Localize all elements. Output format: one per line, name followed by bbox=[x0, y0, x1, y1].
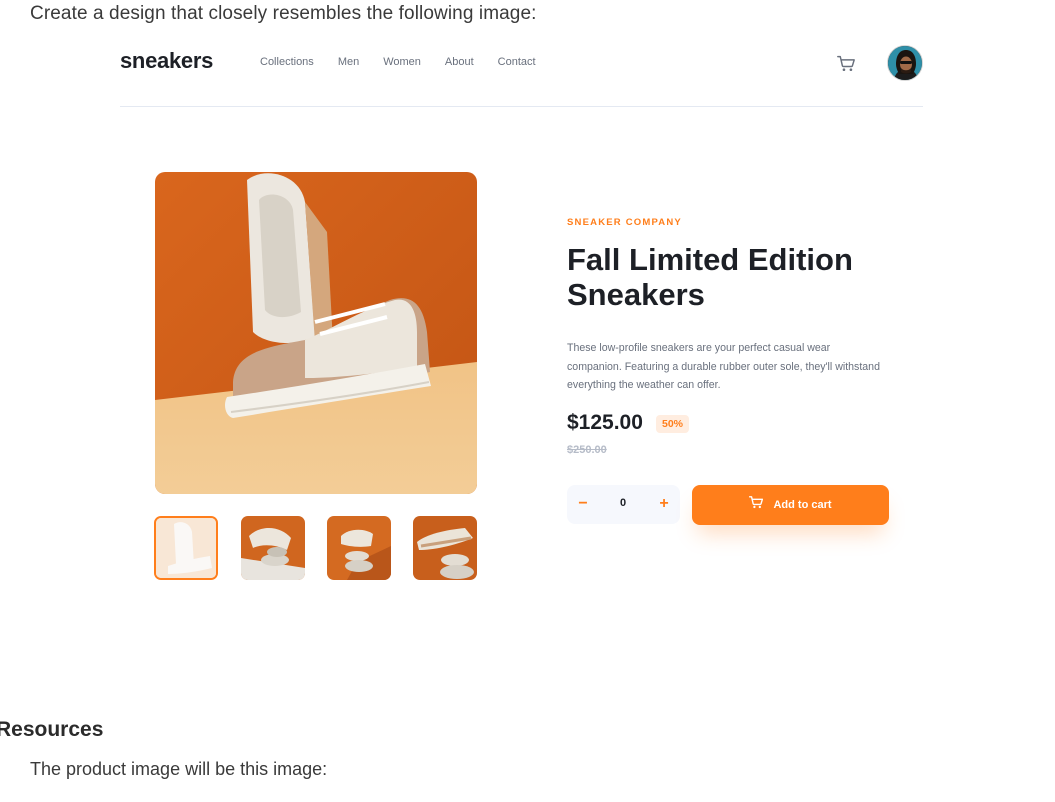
product-main-image[interactable] bbox=[155, 172, 477, 494]
resources-text: The product image will be this image: bbox=[30, 759, 328, 779]
thumbnail-1[interactable] bbox=[154, 516, 218, 580]
current-price: $125.00 bbox=[567, 411, 643, 434]
product-description: These low-profile sneakers are your perf… bbox=[567, 342, 880, 391]
resources-heading: Resources bbox=[0, 718, 104, 741]
quantity-value: 0 bbox=[619, 497, 627, 509]
company-label: SNEAKER COMPANY bbox=[567, 217, 682, 228]
nav-collections[interactable]: Collections bbox=[260, 56, 314, 68]
cart-icon bbox=[749, 496, 764, 514]
nav-about[interactable]: About bbox=[445, 56, 474, 68]
nav-women[interactable]: Women bbox=[383, 56, 421, 68]
nav-contact[interactable]: Contact bbox=[498, 56, 536, 68]
intro-text: Create a design that closely resembles t… bbox=[30, 3, 537, 24]
thumbnail-4[interactable] bbox=[413, 516, 477, 580]
original-price: $250.00 bbox=[567, 444, 607, 456]
cart-icon[interactable] bbox=[837, 55, 855, 73]
user-avatar[interactable] bbox=[887, 45, 923, 81]
quantity-stepper: − 0 + bbox=[567, 485, 680, 524]
thumbnail-2[interactable] bbox=[241, 516, 305, 580]
main-nav: Collections Men Women About Contact bbox=[260, 56, 560, 68]
logo[interactable]: sneakers bbox=[120, 48, 213, 74]
nav-men[interactable]: Men bbox=[338, 56, 359, 68]
site-header: sneakers Collections Men Women About Con… bbox=[120, 38, 923, 107]
add-to-cart-label: Add to cart bbox=[773, 499, 832, 511]
thumbnail-3[interactable] bbox=[327, 516, 391, 580]
discount-badge: 50% bbox=[656, 415, 690, 433]
add-to-cart-button[interactable]: Add to cart bbox=[692, 485, 889, 525]
product-title: Fall Limited Edition Sneakers bbox=[567, 242, 853, 312]
increase-quantity-button[interactable]: + bbox=[654, 494, 674, 514]
decrease-quantity-button[interactable]: − bbox=[573, 494, 593, 514]
